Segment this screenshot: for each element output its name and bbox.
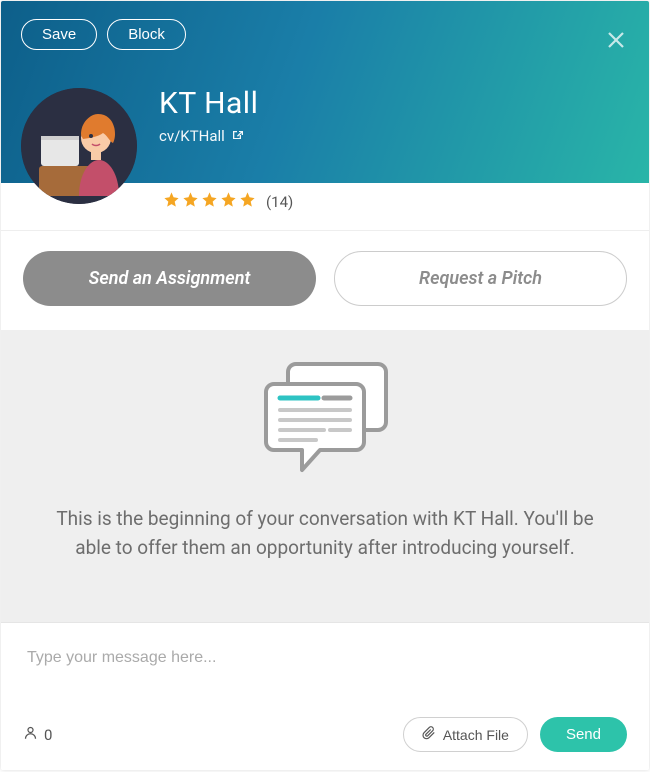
avatar xyxy=(21,88,137,204)
profile-row: KT Hall cv/KTHall xyxy=(21,80,629,204)
paperclip-icon xyxy=(422,726,436,743)
panel-header: Save Block xyxy=(1,1,649,183)
compose-toolbar: 0 Attach File Send xyxy=(1,705,649,770)
chat-bubbles-icon xyxy=(250,350,400,480)
conversation-area: This is the beginning of your conversati… xyxy=(1,330,649,622)
close-button[interactable] xyxy=(605,31,627,53)
save-button[interactable]: Save xyxy=(21,19,97,50)
attach-file-label: Attach File xyxy=(443,727,509,743)
messaging-panel: Save Block xyxy=(1,1,649,770)
recipient-count: 0 xyxy=(23,725,52,744)
compose-area: 0 Attach File Send xyxy=(1,622,649,770)
close-icon xyxy=(607,31,625,53)
attach-file-button[interactable]: Attach File xyxy=(403,717,528,752)
conversation-empty-message: This is the beginning of your conversati… xyxy=(51,504,599,563)
external-link-icon xyxy=(231,127,243,145)
profile-link[interactable]: cv/KTHall xyxy=(159,127,258,145)
request-pitch-button[interactable]: Request a Pitch xyxy=(334,251,627,306)
big-action-row: Send an Assignment Request a Pitch xyxy=(1,231,649,330)
message-input[interactable] xyxy=(1,623,649,705)
block-button[interactable]: Block xyxy=(107,19,186,50)
header-actions: Save Block xyxy=(21,19,629,50)
compose-actions: Attach File Send xyxy=(403,717,627,752)
send-assignment-button[interactable]: Send an Assignment xyxy=(23,251,316,306)
profile-name: KT Hall xyxy=(159,86,258,121)
recipient-count-value: 0 xyxy=(44,726,52,744)
profile-link-text: cv/KTHall xyxy=(159,127,225,145)
person-icon xyxy=(23,725,38,744)
profile-info: KT Hall cv/KTHall xyxy=(159,80,258,145)
send-button[interactable]: Send xyxy=(540,717,627,752)
